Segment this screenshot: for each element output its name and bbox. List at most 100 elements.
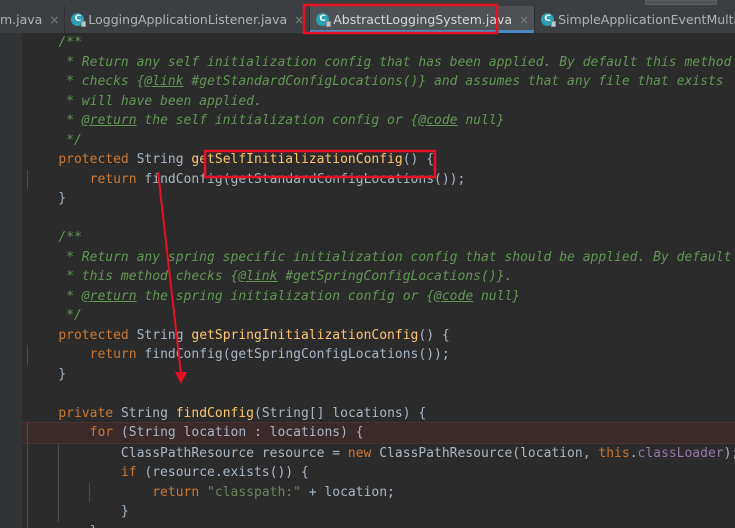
code-token: ( — [113, 425, 129, 440]
code-editor[interactable]: /** * Return any self initialization con… — [0, 33, 735, 528]
code-line[interactable]: for (String location : locations) { — [22, 422, 735, 444]
code-token: protected — [58, 327, 129, 343]
indent-guide — [27, 423, 28, 443]
indent-guide — [27, 169, 28, 189]
code-token: return — [152, 484, 200, 500]
indent-guide — [27, 345, 28, 365]
code-token: ClassPathResource resource = — [27, 445, 348, 461]
editor-gutter[interactable] — [0, 33, 9, 528]
code-token: the spring initialization config or { — [136, 288, 435, 304]
code-token: findConfig — [144, 171, 223, 187]
code-token: /** — [58, 230, 82, 245]
code-token: return — [89, 171, 137, 187]
code-line[interactable]: /** — [22, 228, 735, 248]
code-line[interactable]: ClassPathResource resource = new ClassPa… — [22, 443, 735, 463]
indent-guide — [27, 482, 28, 502]
indent-guide — [58, 443, 60, 463]
code-line[interactable]: private String findConfig(String[] locat… — [22, 404, 735, 424]
code-token: * — [27, 113, 82, 128]
code-line[interactable] — [22, 209, 735, 229]
java-class-icon: C — [71, 13, 87, 27]
indent-guide — [27, 502, 28, 522]
editor-tab-label: LoggingApplicationListener.java — [88, 12, 288, 27]
code-line[interactable]: * Return any self initialization config … — [22, 53, 735, 73]
code-token: + location; — [300, 484, 395, 500]
indent-guide — [27, 463, 28, 483]
code-token: String — [128, 425, 176, 440]
code-token: @return — [81, 113, 137, 128]
editor-tab-label: AbstractLoggingSystem.java — [333, 12, 513, 27]
code-token: * Return any self initialization config … — [27, 54, 732, 70]
code-line[interactable] — [22, 384, 735, 404]
editor-tab-3[interactable]: CSimpleApplicationEventMulticaster — [535, 6, 735, 33]
code-line[interactable]: * checks {@link #getStandardConfigLocati… — [22, 72, 735, 92]
code-line[interactable]: * this method checks {@link #getSpringCo… — [22, 267, 735, 287]
code-token: findConfig — [144, 347, 223, 362]
code-line[interactable]: * Return any spring specific initializat… — [22, 248, 735, 268]
code-line[interactable]: return "classpath:" + location; — [22, 482, 735, 502]
code-token: ( — [254, 405, 262, 421]
code-token: return — [89, 347, 137, 362]
code-token: */ — [27, 132, 82, 148]
code-line[interactable]: * will have been applied. — [22, 92, 735, 112]
editor-tab-bar[interactable]: m.java × C LoggingApplicationListener.java ×… — [0, 6, 735, 33]
toolbar-widget-partial[interactable] — [645, 0, 717, 5]
editor-tab-label: SimpleApplicationEventMulticaster — [558, 12, 735, 27]
code-line[interactable]: if (resource.exists()) { — [22, 463, 735, 483]
code-token: private — [58, 405, 114, 421]
code-line[interactable]: return findConfig(getStandardConfigLocat… — [22, 169, 735, 189]
code-token: findConfig — [175, 405, 255, 421]
code-token: @link — [238, 269, 278, 284]
indent-guide — [27, 443, 28, 463]
code-line[interactable]: } — [22, 521, 735, 528]
editor-code-area[interactable]: /** * Return any self initialization con… — [22, 33, 735, 528]
code-token: @code — [434, 288, 474, 304]
code-line[interactable]: * @return the self initialization config… — [22, 111, 735, 131]
code-line[interactable]: protected String getSelfInitializationCo… — [22, 150, 735, 170]
code-line[interactable]: return findConfig(getSpringConfigLocatio… — [22, 345, 735, 365]
ide-window: m.java × C LoggingApplicationListener.java ×… — [0, 0, 735, 528]
indent-guide — [58, 482, 60, 502]
editor-tab-2[interactable]: C AbstractLoggingSystem.java × — [310, 6, 536, 33]
code-line[interactable]: /** — [22, 33, 735, 53]
java-class-icon: C — [541, 13, 557, 27]
editor-tab-1[interactable]: C LoggingApplicationListener.java × — [65, 6, 311, 33]
code-token: * will have been applied. — [27, 93, 262, 109]
code-token: #getSpringConfigLocations()}. — [277, 269, 513, 284]
editor-fold-stripe[interactable] — [9, 33, 22, 528]
code-line[interactable]: * @return the spring initialization conf… — [22, 287, 735, 307]
code-token: ); — [723, 445, 735, 461]
code-token: * this method checks { — [27, 269, 239, 284]
code-line[interactable]: } — [22, 189, 735, 209]
code-token: (resource.exists()) { — [136, 465, 309, 480]
indent-guide — [27, 521, 28, 528]
code-line[interactable]: protected String getSpringInitialization… — [22, 326, 735, 346]
editor-tab-0[interactable]: m.java × — [0, 6, 66, 33]
code-line[interactable]: } — [22, 365, 735, 385]
code-token: new — [347, 445, 372, 461]
close-icon[interactable]: × — [519, 14, 529, 26]
code-line[interactable]: */ — [22, 306, 735, 326]
close-icon[interactable]: × — [49, 14, 59, 26]
code-token: getSelfInitializationConfig — [191, 152, 403, 167]
code-token: "classpath:" — [207, 484, 301, 500]
code-line[interactable]: } — [22, 502, 735, 522]
indent-guide — [58, 502, 60, 522]
code-line[interactable]: */ — [22, 131, 735, 151]
code-token: String — [136, 152, 184, 167]
close-icon[interactable]: × — [294, 14, 304, 26]
code-token: #getStandardConfigLocations()} and assum… — [183, 74, 724, 89]
java-class-icon: C — [316, 13, 332, 27]
code-token: } — [27, 524, 98, 528]
code-token: @return — [81, 288, 137, 304]
